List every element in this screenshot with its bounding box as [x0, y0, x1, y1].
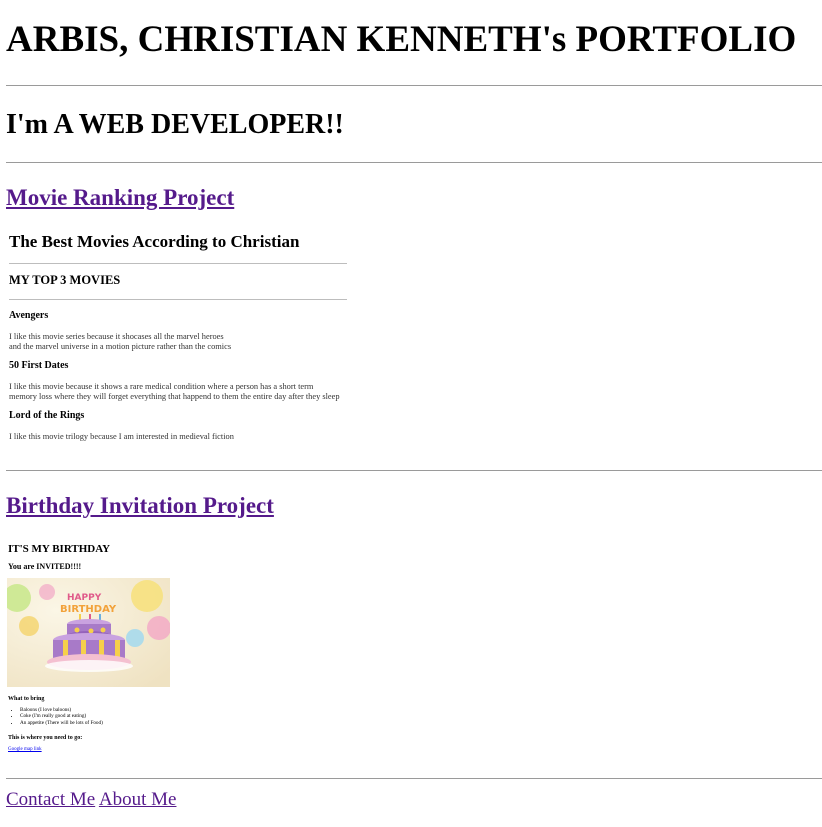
movie-title: Lord of the Rings	[9, 410, 85, 421]
movie-description-line: memory loss where they will forget every…	[9, 392, 340, 401]
movie-subheading: MY TOP 3 MOVIES	[9, 273, 121, 287]
movie-description-line: and the marvel universe in a motion pict…	[9, 342, 232, 351]
divider	[9, 299, 347, 300]
birthday-project-frame: IT'S MY BIRTHDAY You are INVITED!!!! HAP…	[6, 535, 206, 765]
birthday-cake-image: HAPPY BIRTHDAY	[7, 578, 170, 687]
svg-text:HAPPY: HAPPY	[67, 593, 102, 603]
bring-heading: What to bring	[8, 696, 45, 702]
movie-title: 50 First Dates	[9, 360, 69, 371]
divider	[6, 162, 822, 163]
movie-title: Avengers	[9, 310, 49, 321]
movie-description-line: I like this movie series because it shoc…	[9, 332, 224, 341]
about-me-link[interactable]: About Me	[99, 789, 177, 810]
where-heading: This is where you need to go:	[8, 735, 83, 741]
birthday-heading: IT'S MY BIRTHDAY	[8, 543, 111, 555]
movie-description-line: I like this movie trilogy because I am i…	[9, 432, 234, 441]
divider	[6, 470, 822, 471]
list-item: An appetite (There will be lots of Food)	[20, 720, 103, 726]
divider	[6, 778, 822, 779]
divider	[6, 85, 822, 86]
bring-list: Baloons (I love baloons) Coke (I'm reall…	[14, 707, 103, 726]
birthday-subheading: You are INVITED!!!!	[8, 562, 82, 571]
movie-project-frame: The Best Movies According to Christian M…	[6, 226, 356, 451]
google-map-link[interactable]: Google map link	[8, 747, 42, 752]
contact-me-link[interactable]: Contact Me	[6, 789, 95, 810]
movie-description-line: I like this movie because it shows a rar…	[9, 382, 314, 391]
divider	[9, 263, 347, 264]
svg-text:BIRTHDAY: BIRTHDAY	[60, 604, 117, 615]
movie-heading: The Best Movies According to Christian	[9, 232, 300, 251]
footer-links: Contact Me About Me	[6, 789, 176, 811]
birthday-project-link[interactable]: Birthday Invitation Project	[6, 492, 274, 520]
movie-project-link[interactable]: Movie Ranking Project	[6, 184, 234, 212]
page-title: ARBIS, CHRISTIAN KENNETH's PORTFOLIO	[6, 19, 797, 60]
page-subtitle: I'm A WEB DEVELOPER!!	[6, 109, 344, 140]
